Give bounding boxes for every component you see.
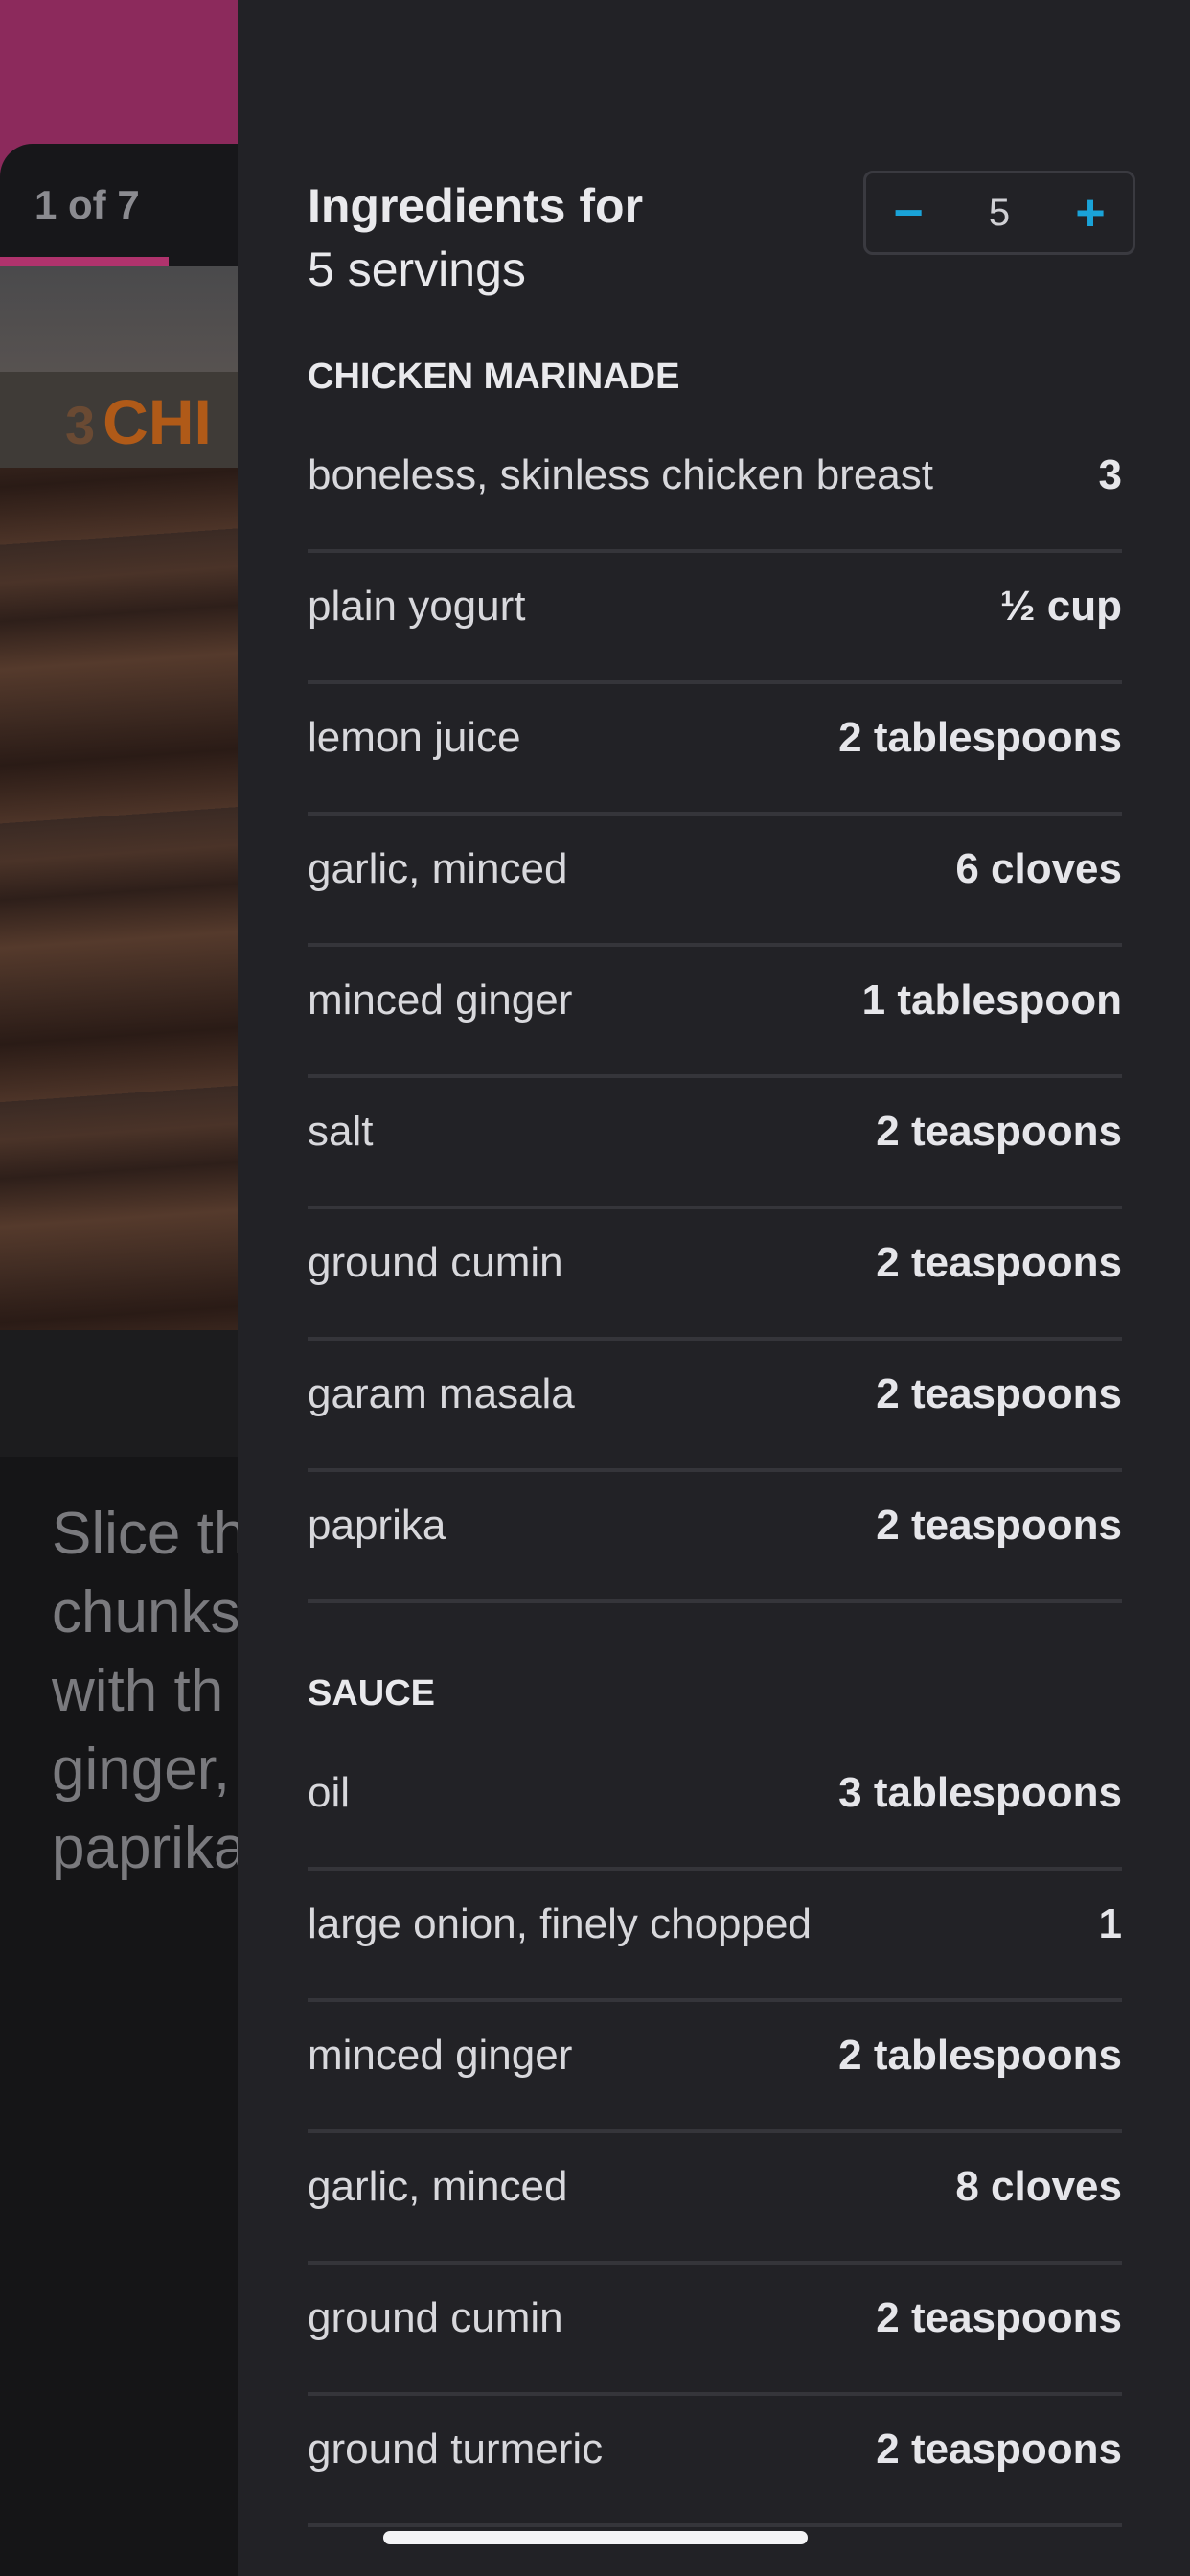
- ingredient-list-sauce: oil 3 tablespoons large onion, finely ch…: [308, 1739, 1122, 2527]
- photo-shadow: [0, 1330, 240, 1457]
- ingredient-row[interactable]: plain yogurt ½ cup: [308, 553, 1122, 684]
- decrease-servings-button[interactable]: −: [866, 173, 950, 252]
- panel-servings-subtitle: 5 servings: [308, 242, 526, 296]
- ingredient-row[interactable]: ground cumin 2 teaspoons: [308, 2265, 1122, 2396]
- panel-title: Ingredients for: [308, 179, 644, 233]
- step-progress-bar: [0, 257, 169, 266]
- ingredient-name: boneless, skinless chicken breast: [308, 451, 933, 498]
- ingredient-name: oil: [308, 1769, 351, 1816]
- photo-label-number: 3: [65, 395, 96, 455]
- ingredient-quantity: 1 tablespoon: [861, 977, 1122, 1024]
- servings-stepper: − 5 +: [863, 171, 1135, 255]
- ingredient-row[interactable]: garam masala 2 teaspoons: [308, 1341, 1122, 1472]
- step-photo: 3 CHI: [0, 266, 240, 1457]
- section-heading-sauce: SAUCE: [308, 1673, 436, 1714]
- step-counter: 1 of 7: [34, 182, 140, 227]
- ingredient-name: ground cumin: [308, 2294, 563, 2341]
- ingredient-row[interactable]: large onion, finely chopped 1: [308, 1871, 1122, 2002]
- ingredient-quantity: 2 teaspoons: [876, 1370, 1122, 1417]
- ingredient-quantity: 2 teaspoons: [876, 1502, 1122, 1549]
- ingredient-name: salt: [308, 1108, 374, 1155]
- ingredient-row[interactable]: salt 2 teaspoons: [308, 1078, 1122, 1209]
- ingredient-row[interactable]: paprika 2 teaspoons: [308, 1472, 1122, 1603]
- ingredient-name: garlic, minced: [308, 2163, 568, 2210]
- ingredient-name: garam masala: [308, 1370, 575, 1417]
- ingredients-panel: Ingredients for 5 servings − 5 + CHICKEN…: [238, 0, 1190, 2576]
- ingredient-quantity: 1: [1098, 1900, 1122, 1947]
- ingredient-quantity: 6 cloves: [955, 845, 1122, 892]
- ingredient-row[interactable]: garlic, minced 8 cloves: [308, 2133, 1122, 2265]
- ingredient-name: lemon juice: [308, 714, 521, 761]
- servings-value: 5: [988, 191, 1011, 234]
- ingredient-row[interactable]: oil 3 tablespoons: [308, 1739, 1122, 1871]
- ingredient-quantity: 3: [1098, 451, 1122, 498]
- ingredient-quantity: 8 cloves: [955, 2163, 1122, 2210]
- ingredient-quantity: 2 tablespoons: [838, 714, 1122, 761]
- ingredient-quantity: ½ cup: [999, 583, 1122, 630]
- ingredient-row[interactable]: minced ginger 1 tablespoon: [308, 947, 1122, 1078]
- ingredient-name: ground turmeric: [308, 2426, 604, 2472]
- recipe-step-background: 1 of 7 3 CHI Slice th chunks with th ging…: [0, 0, 246, 2576]
- ingredient-quantity: 3 tablespoons: [838, 1769, 1122, 1816]
- ingredient-name: ground cumin: [308, 1239, 563, 1286]
- ingredient-quantity: 2 teaspoons: [876, 1239, 1122, 1286]
- ingredient-row[interactable]: ground cumin 2 teaspoons: [308, 1209, 1122, 1341]
- ingredient-name: paprika: [308, 1502, 446, 1549]
- ingredient-name: minced ginger: [308, 2032, 573, 2079]
- screen: 1 of 7 3 CHI Slice th chunks with th ging…: [0, 0, 1190, 2576]
- ingredient-row[interactable]: minced ginger 2 tablespoons: [308, 2002, 1122, 2133]
- ingredient-row[interactable]: lemon juice 2 tablespoons: [308, 684, 1122, 816]
- step-card[interactable]: 1 of 7 3 CHI: [0, 144, 240, 1457]
- ingredient-row[interactable]: garlic, minced 6 cloves: [308, 816, 1122, 947]
- section-heading-chicken-marinade: CHICKEN MARINADE: [308, 356, 680, 397]
- ingredient-row[interactable]: ground turmeric 2 teaspoons: [308, 2396, 1122, 2527]
- home-indicator[interactable]: [383, 2531, 808, 2544]
- ingredient-quantity: 2 teaspoons: [876, 2294, 1122, 2341]
- ingredient-name: minced ginger: [308, 977, 573, 1024]
- ingredient-quantity: 2 teaspoons: [876, 2426, 1122, 2472]
- ingredient-list-chicken-marinade: boneless, skinless chicken breast 3 plai…: [308, 422, 1122, 1603]
- ingredient-name: large onion, finely chopped: [308, 1900, 812, 1947]
- photo-label-text: CHI: [103, 386, 212, 457]
- ingredient-quantity: 2 tablespoons: [838, 2032, 1122, 2079]
- ingredient-name: plain yogurt: [308, 583, 526, 630]
- ingredient-name: garlic, minced: [308, 845, 568, 892]
- ingredient-quantity: 2 teaspoons: [876, 1108, 1122, 1155]
- photo-label: 3 CHI: [65, 385, 212, 458]
- ingredient-row[interactable]: boneless, skinless chicken breast 3: [308, 422, 1122, 553]
- increase-servings-button[interactable]: +: [1048, 173, 1133, 252]
